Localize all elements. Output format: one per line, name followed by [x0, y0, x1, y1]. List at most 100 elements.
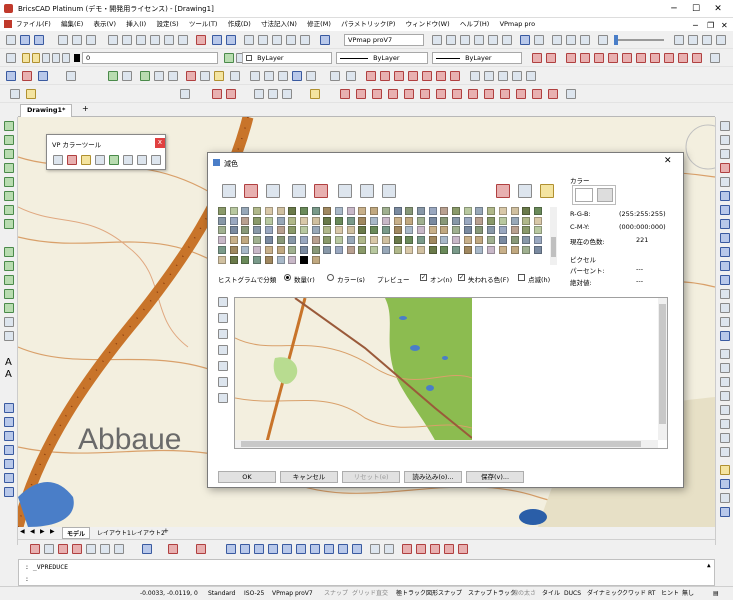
bottom-tool-19[interactable]: [338, 544, 348, 554]
raster-icon-5[interactable]: [168, 71, 178, 81]
xref-icon[interactable]: [178, 35, 188, 45]
bulb-icon[interactable]: [22, 53, 30, 63]
reduce-tool-5[interactable]: [314, 184, 328, 198]
palette-swatch[interactable]: [440, 236, 449, 245]
bottom-tool-17[interactable]: [310, 544, 320, 554]
snap-parallel-icon[interactable]: [692, 53, 702, 63]
status-text-style[interactable]: Standard: [208, 587, 235, 600]
palette-swatch[interactable]: [510, 207, 519, 215]
palette-swatch[interactable]: [393, 226, 402, 235]
layer-manager-icon[interactable]: [6, 53, 16, 63]
palette-swatch[interactable]: [218, 245, 226, 254]
raster-icon-18[interactable]: [380, 71, 390, 81]
raster-icon-24[interactable]: [470, 71, 480, 81]
bottom-tool-27[interactable]: [458, 544, 468, 554]
palette-swatch[interactable]: [370, 216, 379, 225]
raster-icon-28[interactable]: [526, 71, 536, 81]
palette-swatch[interactable]: [276, 226, 285, 235]
bottom-tool-14[interactable]: [268, 544, 278, 554]
ellipse-icon[interactable]: [4, 177, 14, 187]
snap-tangent-icon[interactable]: [650, 53, 660, 63]
vp-tool-icon-2[interactable]: [26, 89, 36, 99]
palette-swatch[interactable]: [487, 226, 496, 235]
palette-swatch[interactable]: [229, 245, 238, 254]
palette-swatch[interactable]: [253, 226, 262, 235]
palette-swatch[interactable]: [510, 216, 519, 225]
attribute-icon[interactable]: [4, 487, 14, 497]
palette-swatch[interactable]: [288, 207, 297, 215]
doc-tab-add[interactable]: +: [82, 104, 89, 113]
palette-swatch[interactable]: [311, 245, 320, 254]
properties-icon[interactable]: [244, 35, 254, 45]
palette-swatch[interactable]: [533, 226, 542, 235]
match-prop-icon[interactable]: [720, 479, 730, 489]
palette-swatch[interactable]: [393, 207, 402, 215]
menu-vpmap[interactable]: VPmap pro: [500, 18, 536, 31]
status-menu-icon[interactable]: ▤: [713, 587, 719, 600]
palette-swatch[interactable]: [498, 236, 507, 245]
palette-swatch[interactable]: [358, 226, 367, 235]
palette-swatch[interactable]: [299, 207, 308, 215]
slider-thumb[interactable]: [614, 35, 618, 45]
reduce-tool-1[interactable]: [222, 184, 236, 198]
undo-icon[interactable]: [360, 184, 374, 198]
vp-palette-icon-3[interactable]: [81, 155, 91, 165]
palette-swatch[interactable]: [229, 226, 238, 235]
palette-swatch[interactable]: [416, 226, 425, 235]
polyline-icon[interactable]: [4, 135, 14, 145]
point-icon[interactable]: [4, 317, 14, 327]
reduce-tool-6[interactable]: [338, 184, 352, 198]
rectangle-icon[interactable]: [4, 205, 14, 215]
pencil-icon[interactable]: [518, 184, 532, 198]
wipeout-icon[interactable]: [4, 275, 14, 285]
layout-tab-add[interactable]: +: [163, 527, 169, 535]
palette-swatch[interactable]: [253, 255, 262, 264]
palette-swatch[interactable]: [323, 207, 332, 215]
line-icon[interactable]: [4, 121, 14, 131]
palette-swatch[interactable]: [487, 207, 496, 215]
palette-swatch[interactable]: [498, 226, 507, 235]
palette-swatch[interactable]: [358, 216, 367, 225]
menu-edit[interactable]: 編集(E): [61, 18, 83, 31]
status-hints[interactable]: ヒント: [661, 587, 679, 600]
status-vpmap[interactable]: VPmap proV7: [272, 587, 313, 600]
palette-swatch[interactable]: [323, 226, 332, 235]
lock-icon[interactable]: [42, 53, 50, 63]
offset-icon[interactable]: [720, 163, 730, 173]
raster-icon-23[interactable]: [450, 71, 460, 81]
lengthen-icon[interactable]: [720, 507, 730, 517]
status-osnap[interactable]: 図形スナップ: [426, 587, 462, 600]
layout-nav-next[interactable]: ▶: [40, 528, 45, 535]
color-dropdown[interactable]: ByLayer: [242, 52, 332, 64]
palette-swatch[interactable]: [299, 255, 308, 264]
palette-swatch[interactable]: [381, 226, 390, 235]
edit-pline-icon[interactable]: [720, 465, 730, 475]
sort-color-radio[interactable]: [327, 274, 334, 281]
palette-swatch[interactable]: [522, 236, 531, 245]
palette-swatch[interactable]: [335, 236, 343, 245]
layer-color-icon[interactable]: [52, 53, 60, 63]
palette-swatch[interactable]: [405, 236, 414, 245]
preview-zoom-icon[interactable]: [218, 329, 228, 339]
palette-swatch[interactable]: [218, 236, 226, 245]
palette-swatch[interactable]: [229, 207, 238, 215]
snap-node-icon[interactable]: [580, 53, 590, 63]
palette-scroll-thumb[interactable]: [551, 237, 556, 257]
palette-swatch[interactable]: [522, 245, 531, 254]
palette-swatch[interactable]: [440, 207, 449, 215]
palette-swatch[interactable]: [288, 245, 297, 254]
visual-style-icon[interactable]: [598, 35, 608, 45]
status-rt[interactable]: RT: [648, 587, 655, 600]
command-scroll-up[interactable]: ▲: [707, 562, 711, 569]
align-icon[interactable]: [720, 493, 730, 503]
vp-tool-icon-12[interactable]: [372, 89, 382, 99]
chamfer-icon[interactable]: [720, 303, 730, 313]
raster-icon-8[interactable]: [214, 71, 224, 81]
mirror-icon[interactable]: [720, 149, 730, 159]
bottom-tool-9[interactable]: [168, 544, 178, 554]
bottom-tool-26[interactable]: [444, 544, 454, 554]
leader-icon[interactable]: [720, 433, 730, 443]
vp-tool-icon-16[interactable]: [436, 89, 446, 99]
palette-swatch[interactable]: [428, 245, 437, 254]
preview-hscrollbar[interactable]: [235, 440, 658, 448]
